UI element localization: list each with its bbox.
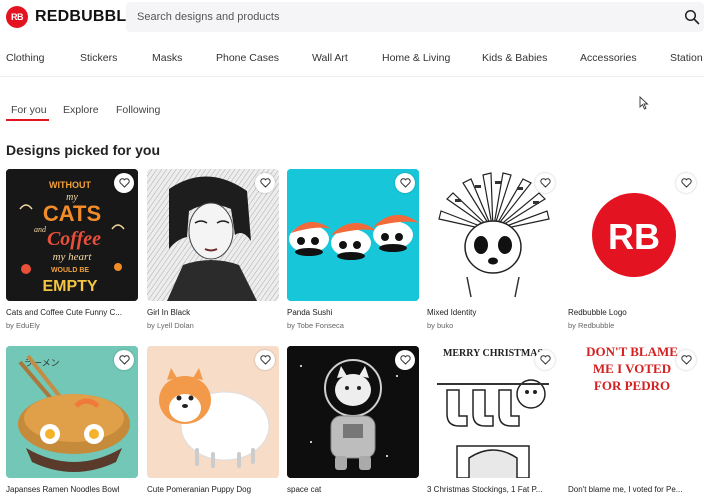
tab-for-you[interactable]: For you <box>11 104 47 116</box>
art-text-line2: ME I VOTED <box>593 361 671 376</box>
design-title[interactable]: Mixed Identity <box>427 308 559 317</box>
design-artist[interactable]: by Lyell Dolan <box>147 321 279 330</box>
search-icon[interactable] <box>684 9 700 25</box>
design-card[interactable]: ラーメン Japanses Ramen Noodles Bowl <box>6 346 138 494</box>
heart-icon <box>259 178 271 188</box>
design-thumbnail[interactable] <box>147 169 279 301</box>
design-artist[interactable]: by Redbubble <box>568 321 700 330</box>
design-title[interactable]: Girl In Black <box>147 308 279 317</box>
design-card[interactable]: space cat <box>287 346 419 494</box>
header: RB REDBUBBLE <box>0 0 704 36</box>
logo-wordmark: REDBUBBLE <box>35 8 138 25</box>
design-card[interactable]: WITHOUT my CATS and Coffee my heart WOUL… <box>6 169 138 330</box>
design-title[interactable]: Cute Pomeranian Puppy Dog <box>147 485 279 494</box>
design-thumbnail[interactable] <box>287 169 419 301</box>
heart-icon <box>118 178 130 188</box>
section-title: Designs picked for you <box>6 142 161 158</box>
heart-icon <box>680 355 692 365</box>
design-card[interactable]: DON'T BLAME ME I VOTED FOR PEDRO Don't b… <box>568 346 700 494</box>
design-thumbnail[interactable]: MERRY CHRISTMAS <box>427 346 559 478</box>
design-title[interactable]: Cats and Coffee Cute Funny C... <box>6 308 138 317</box>
design-card[interactable]: MERRY CHRISTMAS 3 Christmas Stockings, 1… <box>427 346 559 494</box>
category-home-living[interactable]: Home & Living <box>382 52 450 64</box>
design-title[interactable]: Japanses Ramen Noodles Bowl <box>6 485 138 494</box>
design-thumbnail[interactable] <box>287 346 419 478</box>
category-masks[interactable]: Masks <box>152 52 182 64</box>
design-artist[interactable]: by EduEly <box>6 321 138 330</box>
design-title[interactable]: 3 Christmas Stockings, 1 Fat P... <box>427 485 559 494</box>
category-phone-cases[interactable]: Phone Cases <box>216 52 279 64</box>
tab-following[interactable]: Following <box>116 104 160 116</box>
logo-badge: RB <box>6 6 28 28</box>
design-artist[interactable]: by buko <box>427 321 559 330</box>
heart-icon <box>399 355 411 365</box>
favorite-button[interactable] <box>255 350 275 370</box>
art-text-line1: DON'T BLAME <box>586 346 678 359</box>
favorite-button[interactable] <box>255 173 275 193</box>
art-text-without: WITHOUT <box>49 180 91 190</box>
heart-icon <box>539 355 551 365</box>
redbubble-logo[interactable]: RB REDBUBBLE <box>6 6 137 28</box>
category-stationery[interactable]: Station <box>670 52 703 64</box>
search-input[interactable] <box>126 11 646 23</box>
design-title[interactable]: Don't blame me, I voted for Pe... <box>568 485 700 494</box>
heart-icon <box>259 355 271 365</box>
search-bar[interactable] <box>126 2 704 32</box>
art-text-rb: RB <box>608 216 660 257</box>
heart-icon <box>539 178 551 188</box>
art-text-line3: FOR PEDRO <box>594 378 670 393</box>
favorite-button[interactable] <box>535 173 555 193</box>
favorite-button[interactable] <box>395 350 415 370</box>
mouse-cursor-icon <box>639 96 649 110</box>
design-thumbnail[interactable]: RB <box>568 169 700 301</box>
design-thumbnail[interactable]: DON'T BLAME ME I VOTED FOR PEDRO <box>568 346 700 478</box>
art-text-empty: EMPTY <box>42 278 97 295</box>
tab-explore[interactable]: Explore <box>63 104 99 116</box>
heart-icon <box>399 178 411 188</box>
favorite-button[interactable] <box>676 173 696 193</box>
category-stickers[interactable]: Stickers <box>80 52 117 64</box>
category-kids-babies[interactable]: Kids & Babies <box>482 52 547 64</box>
heart-icon <box>118 355 130 365</box>
art-text-coffee: Coffee <box>47 228 101 250</box>
design-thumbnail[interactable] <box>427 169 559 301</box>
design-title[interactable]: space cat <box>287 485 419 494</box>
favorite-button[interactable] <box>676 350 696 370</box>
category-accessories[interactable]: Accessories <box>580 52 637 64</box>
design-thumbnail[interactable] <box>147 346 279 478</box>
design-card[interactable]: Panda Sushi by Tobe Fonseca <box>287 169 419 330</box>
category-clothing[interactable]: Clothing <box>6 52 45 64</box>
category-wall-art[interactable]: Wall Art <box>312 52 348 64</box>
heart-icon <box>680 178 692 188</box>
design-card[interactable]: Girl In Black by Lyell Dolan <box>147 169 279 330</box>
favorite-button[interactable] <box>114 350 134 370</box>
art-text-would-be: WOULD BE <box>51 267 89 274</box>
design-card[interactable]: Cute Pomeranian Puppy Dog <box>147 346 279 494</box>
design-title[interactable]: Panda Sushi <box>287 308 419 317</box>
design-thumbnail[interactable]: ラーメン <box>6 346 138 478</box>
art-text-my-heart: my heart <box>53 251 93 263</box>
category-nav: Clothing Stickers Masks Phone Cases Wall… <box>0 48 704 70</box>
art-text-merry-christmas: MERRY CHRISTMAS <box>443 348 544 359</box>
design-artist[interactable]: by Tobe Fonseca <box>287 321 419 330</box>
active-tab-indicator <box>6 119 49 121</box>
favorite-button[interactable] <box>395 173 415 193</box>
art-text-cats: CATS <box>43 201 101 226</box>
design-thumbnail[interactable]: WITHOUT my CATS and Coffee my heart WOUL… <box>6 169 138 301</box>
favorite-button[interactable] <box>114 173 134 193</box>
nav-divider <box>0 76 704 77</box>
favorite-button[interactable] <box>535 350 555 370</box>
art-text-and: and <box>34 225 47 234</box>
design-title[interactable]: Redbubble Logo <box>568 308 700 317</box>
design-card[interactable]: RB Redbubble Logo by Redbubble <box>568 169 700 330</box>
design-card[interactable]: Mixed Identity by buko <box>427 169 559 330</box>
